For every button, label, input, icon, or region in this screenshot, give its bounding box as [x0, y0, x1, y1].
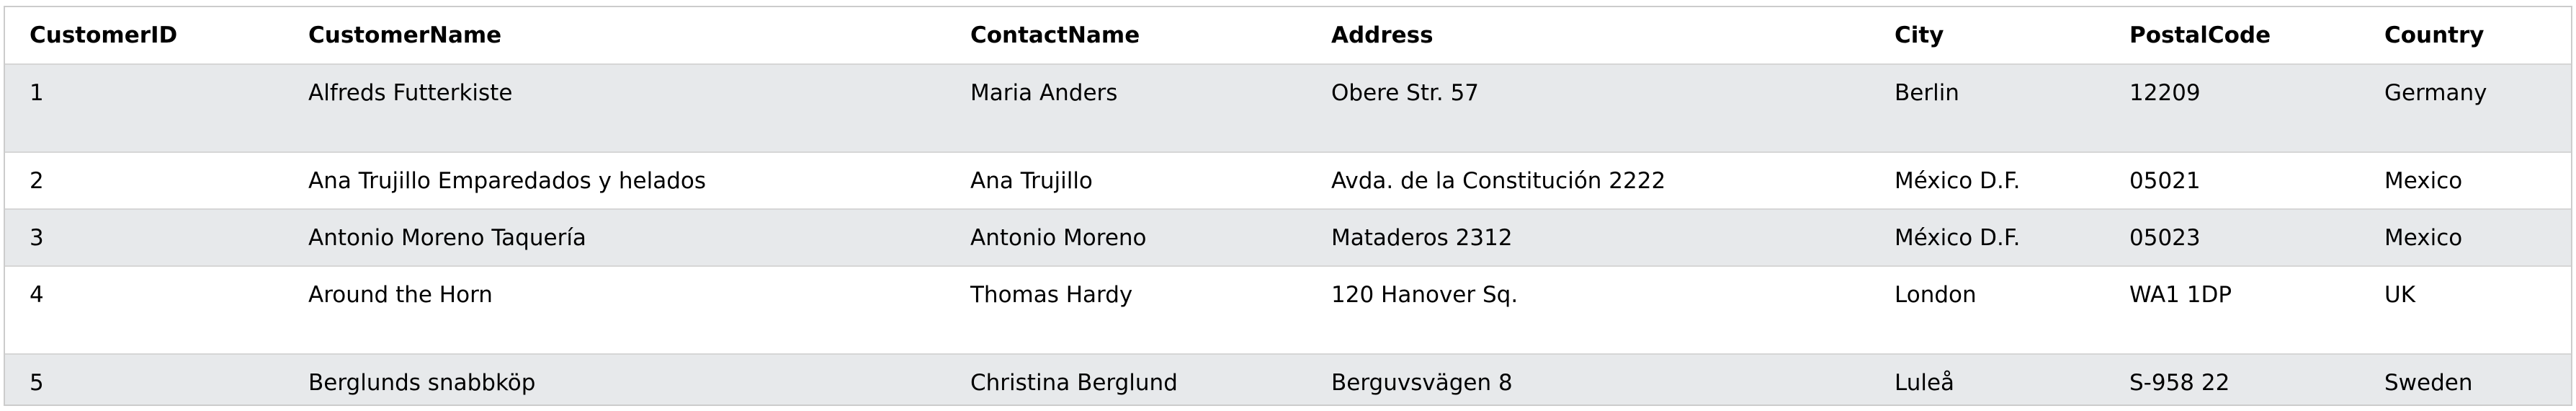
cell-contactname: Ana Trujillo [970, 168, 1093, 194]
cell-customername: Around the Horn [308, 282, 493, 308]
cell-customerid: 4 [30, 282, 44, 308]
customers-table-container: CustomerID CustomerName ContactName Addr… [4, 6, 2572, 406]
cell-city: México D.F. [1895, 225, 2021, 251]
cell-postalcode: 05021 [2129, 168, 2201, 194]
cell-postalcode: S-958 22 [2129, 370, 2230, 396]
table-row: 2 Ana Trujillo Emparedados y helados Ana… [5, 152, 2571, 209]
cell-city: London [1895, 282, 1977, 308]
cell-country: Germany [2384, 80, 2487, 106]
cell-customername: Ana Trujillo Emparedados y helados [308, 168, 706, 194]
cell-postalcode: 12209 [2129, 80, 2201, 106]
cell-customerid: 2 [30, 168, 44, 194]
table-row: 1 Alfreds Futterkiste Maria Anders Obere… [5, 64, 2571, 152]
column-header-country: Country [2384, 22, 2485, 48]
cell-postalcode: 05023 [2129, 225, 2201, 251]
cell-customerid: 3 [30, 225, 44, 251]
column-header-address: Address [1331, 22, 1434, 48]
cell-country: Mexico [2384, 168, 2463, 194]
cell-contactname: Thomas Hardy [970, 282, 1133, 308]
cell-address: Berguvsvägen 8 [1331, 370, 1513, 396]
cell-customername: Alfreds Futterkiste [308, 80, 513, 106]
cell-address: Avda. de la Constitución 2222 [1331, 168, 1666, 194]
table-row: 3 Antonio Moreno Taquería Antonio Moreno… [5, 209, 2571, 266]
cell-contactname: Maria Anders [970, 80, 1118, 106]
table-row: 4 Around the Horn Thomas Hardy 120 Hanov… [5, 266, 2571, 354]
cell-country: UK [2384, 282, 2416, 308]
column-header-city: City [1895, 22, 1944, 48]
table-row: 5 Berglunds snabbköp Christina Berglund … [5, 354, 2571, 405]
column-header-customerid: CustomerID [30, 22, 178, 48]
cell-customerid: 1 [30, 80, 44, 106]
cell-address: 120 Hanover Sq. [1331, 282, 1519, 308]
cell-customerid: 5 [30, 370, 44, 396]
table-header-row: CustomerID CustomerName ContactName Addr… [5, 7, 2571, 64]
cell-address: Obere Str. 57 [1331, 80, 1480, 106]
cell-city: México D.F. [1895, 168, 2021, 194]
cell-city: Berlin [1895, 80, 1959, 106]
cell-customername: Antonio Moreno Taquería [308, 225, 586, 251]
cell-contactname: Antonio Moreno [970, 225, 1147, 251]
cell-customername: Berglunds snabbköp [308, 370, 536, 396]
cell-address: Mataderos 2312 [1331, 225, 1513, 251]
column-header-customername: CustomerName [308, 22, 502, 48]
column-header-postalcode: PostalCode [2129, 22, 2271, 48]
cell-contactname: Christina Berglund [970, 370, 1178, 396]
cell-country: Mexico [2384, 225, 2463, 251]
cell-postalcode: WA1 1DP [2129, 282, 2232, 308]
customers-table: CustomerID CustomerName ContactName Addr… [5, 7, 2571, 405]
cell-city: Luleå [1895, 370, 1955, 396]
cell-country: Sweden [2384, 370, 2473, 396]
column-header-contactname: ContactName [970, 22, 1140, 48]
